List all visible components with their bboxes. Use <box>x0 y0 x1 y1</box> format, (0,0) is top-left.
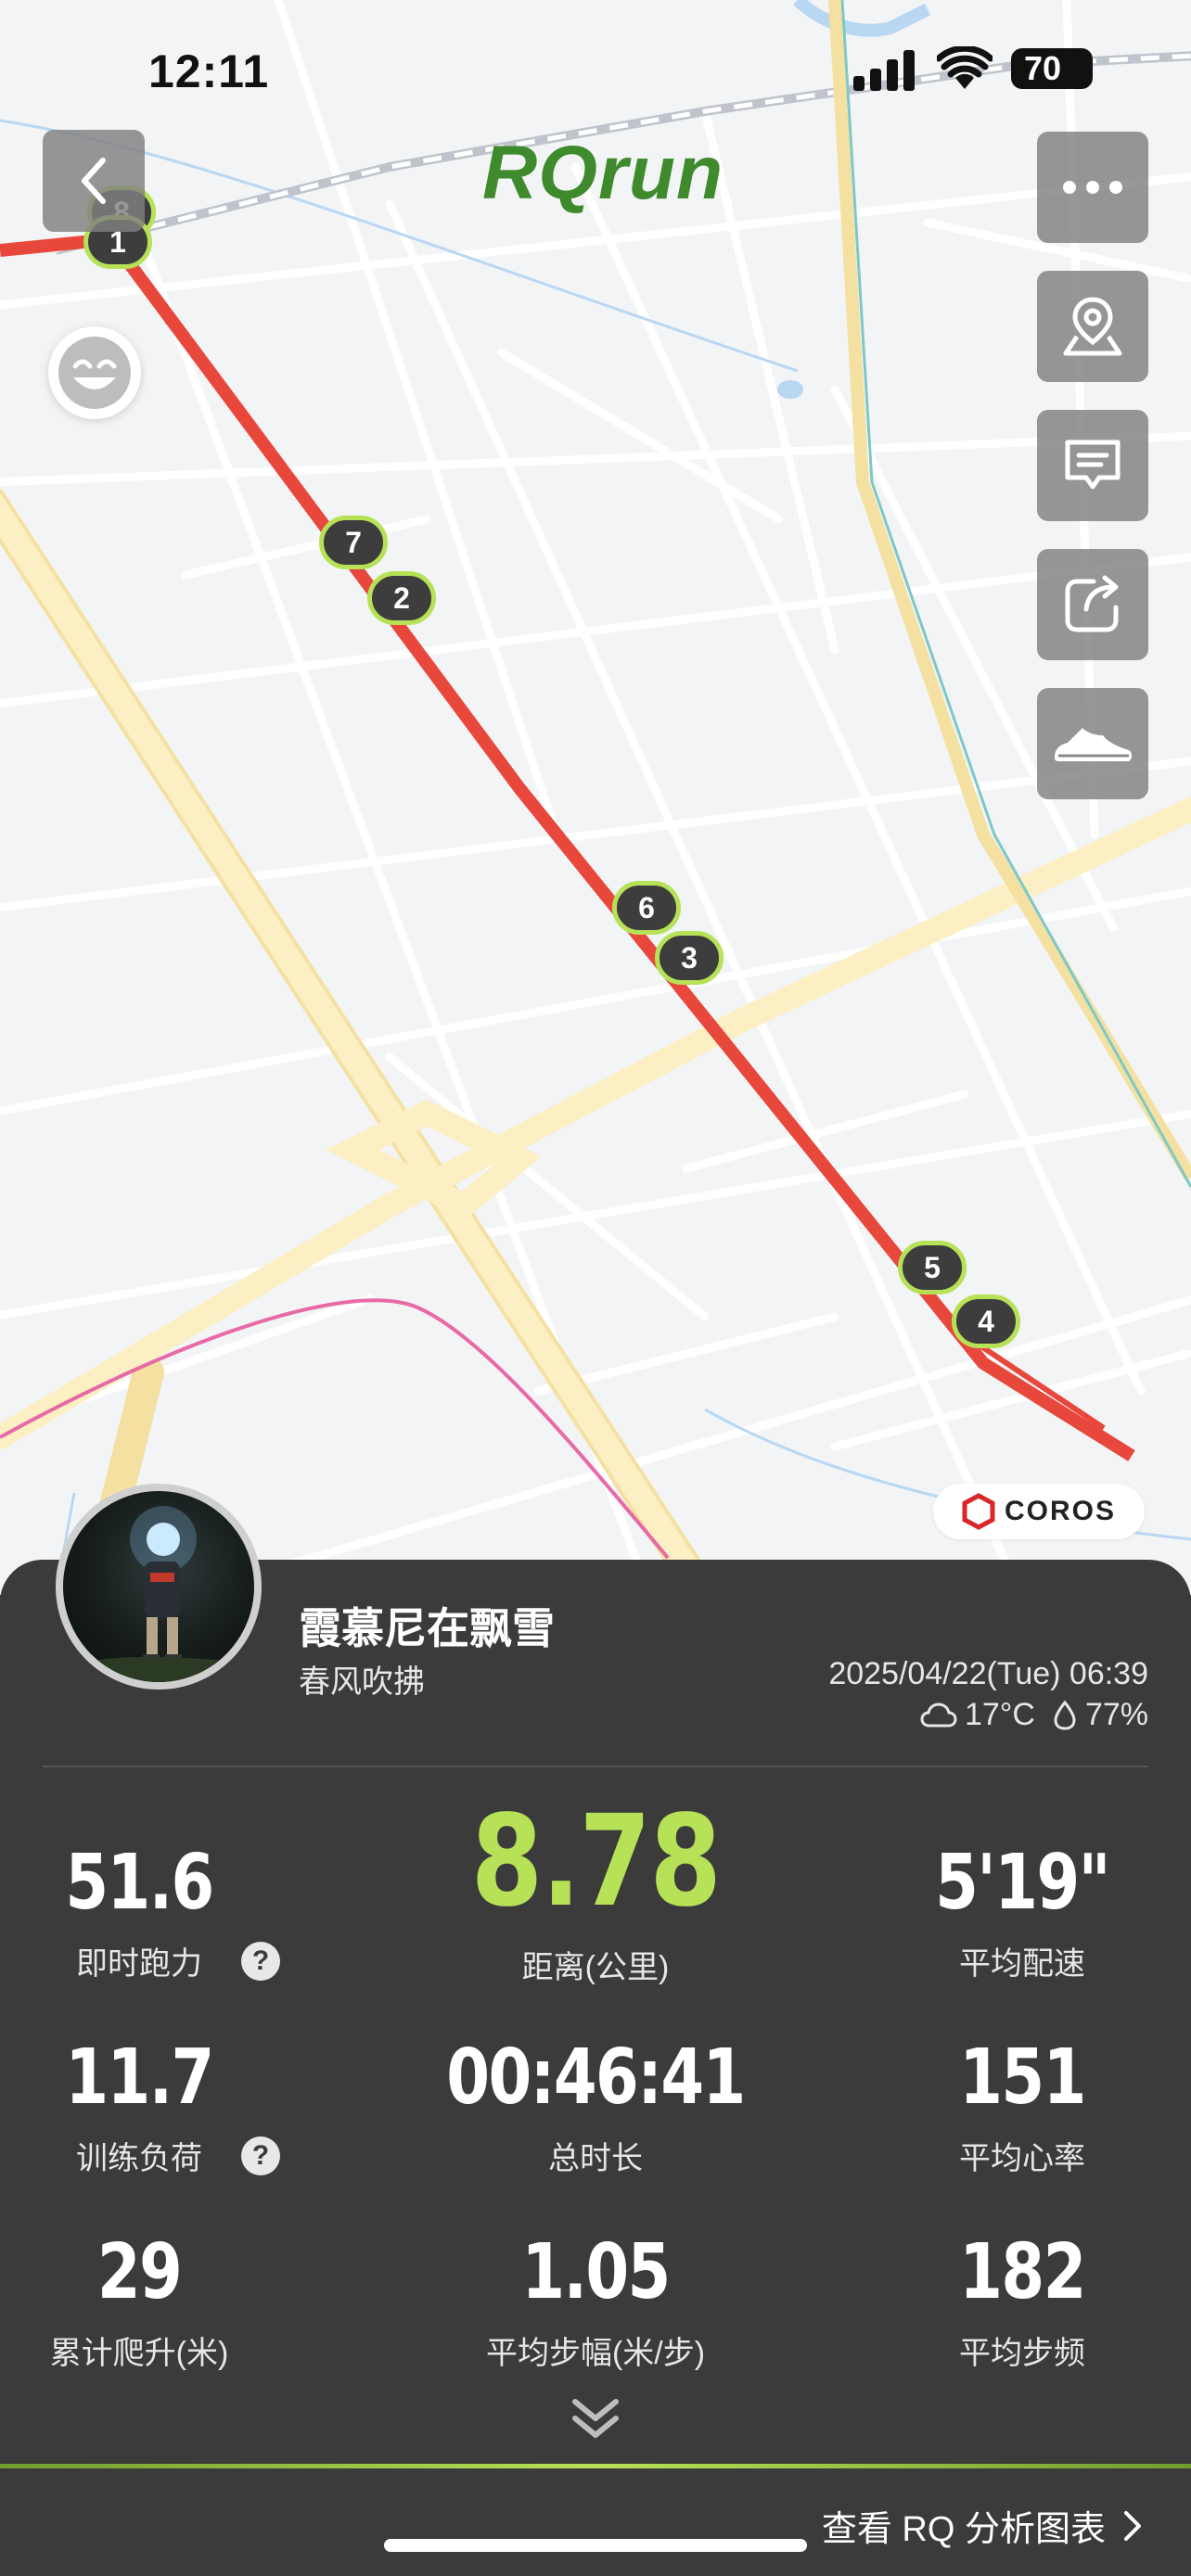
status-bar: 12:11 70 <box>0 37 1191 102</box>
temperature: 17°C <box>964 1697 1035 1732</box>
shoe-button[interactable] <box>1037 688 1148 799</box>
comment-button[interactable] <box>1037 410 1148 521</box>
more-button[interactable] <box>1037 132 1148 243</box>
stat-training-load: 11.7 训练负荷 <box>28 2040 250 2178</box>
accent-divider <box>0 2464 1191 2468</box>
share-icon <box>1065 575 1119 632</box>
status-time: 12:11 <box>148 45 270 97</box>
wifi-icon <box>937 46 992 89</box>
comment-icon <box>1065 440 1121 490</box>
user-name: 霞慕尼在飘雪 <box>299 1604 555 1652</box>
stat-avg-pace: 5'19" 平均配速 <box>911 1845 1133 1983</box>
lap-marker-6[interactable]: 6 <box>612 881 681 935</box>
training-load-value: 11.7 <box>65 2034 214 2122</box>
total-time-label: 总时长 <box>548 2141 643 2176</box>
avg-pace-value: 5'19" <box>935 1839 1110 1927</box>
running-power-label: 即时跑力 <box>76 1946 202 1982</box>
share-button[interactable] <box>1037 549 1148 660</box>
stat-distance: 8.78 距离(公里) <box>410 1799 781 1987</box>
map-background <box>0 0 1191 1595</box>
weather-info: 17°C 77% <box>920 1697 1148 1733</box>
home-indicator[interactable] <box>384 2539 807 2552</box>
lap-marker-7[interactable]: 7 <box>319 516 388 569</box>
brand-logo: RQrun <box>482 131 724 215</box>
expand-chevron-icon[interactable] <box>568 2396 623 2442</box>
stat-avg-hr: 151 平均心率 <box>911 2040 1133 2178</box>
avg-stride-label: 平均步幅(米/步) <box>485 2336 706 2371</box>
training-load-label: 训练负荷 <box>76 2141 202 2176</box>
location-button[interactable] <box>1037 271 1148 382</box>
lap-marker-3[interactable]: 3 <box>655 931 724 985</box>
shoe-icon <box>1055 728 1132 761</box>
stat-elevation-gain: 29 累计爬升(米) <box>28 2235 250 2373</box>
rq-analysis-label: 查看 RQ 分析图表 <box>821 2510 1106 2549</box>
avg-hr-label: 平均心率 <box>959 2141 1085 2176</box>
elevation-gain-value: 29 <box>96 2228 183 2316</box>
lap-marker-4[interactable]: 4 <box>952 1294 1020 1348</box>
stat-total-time: 00:46:41 总时长 <box>410 2040 781 2178</box>
rq-analysis-link[interactable]: 查看 RQ 分析图表 <box>822 2500 1143 2551</box>
avg-cadence-value: 182 <box>959 2228 1086 2316</box>
avg-stride-value: 1.05 <box>521 2228 671 2316</box>
more-icon <box>1063 181 1122 194</box>
avg-pace-label: 平均配速 <box>959 1946 1085 1982</box>
chevron-left-icon <box>82 158 106 204</box>
activity-datetime: 2025/04/22(Tue) 06:39 <box>828 1656 1148 1691</box>
coros-watermark: COROS <box>933 1484 1145 1539</box>
lap-marker-5[interactable]: 5 <box>898 1241 967 1294</box>
training-load-help-icon[interactable]: ? <box>241 2136 280 2175</box>
user-subtitle: 春风吹拂 <box>299 1664 425 1700</box>
avg-cadence-label: 平均步频 <box>959 2336 1085 2371</box>
cellular-signal-icon <box>853 50 915 91</box>
panel-divider <box>43 1766 1148 1767</box>
humidity-drop-icon <box>1054 1700 1076 1730</box>
avg-hr-value: 151 <box>959 2034 1086 2122</box>
running-power-help-icon[interactable]: ? <box>241 1942 280 1981</box>
stat-avg-stride: 1.05 平均步幅(米/步) <box>410 2235 781 2373</box>
cloud-icon <box>920 1702 957 1727</box>
total-time-value: 00:46:41 <box>446 2034 746 2122</box>
humidity: 77% <box>1084 1697 1148 1732</box>
coros-logo-icon <box>962 1493 995 1530</box>
runner-photo <box>63 1506 254 1682</box>
chevron-right-icon <box>1124 2510 1141 2541</box>
stat-running-power: 51.6 即时跑力 <box>28 1845 250 1983</box>
battery-indicator: 70 <box>1011 48 1093 89</box>
distance-value: 8.78 <box>470 1789 722 1935</box>
running-power-value: 51.6 <box>65 1839 214 1927</box>
lap-marker-2[interactable]: 2 <box>367 571 436 625</box>
smiley-face-icon <box>58 337 131 409</box>
back-button[interactable] <box>43 130 145 232</box>
avatar[interactable] <box>56 1484 262 1690</box>
route-map[interactable]: 8 1 7 2 6 3 5 4 .lap { width: 74px; heig… <box>0 0 1191 1595</box>
emoji-reaction-button[interactable] <box>48 326 141 419</box>
distance-label: 距离(公里) <box>521 1950 670 1985</box>
elevation-gain-label: 累计爬升(米) <box>49 2336 229 2371</box>
location-pin-icon <box>1063 297 1122 356</box>
stat-avg-cadence: 182 平均步频 <box>911 2235 1133 2373</box>
